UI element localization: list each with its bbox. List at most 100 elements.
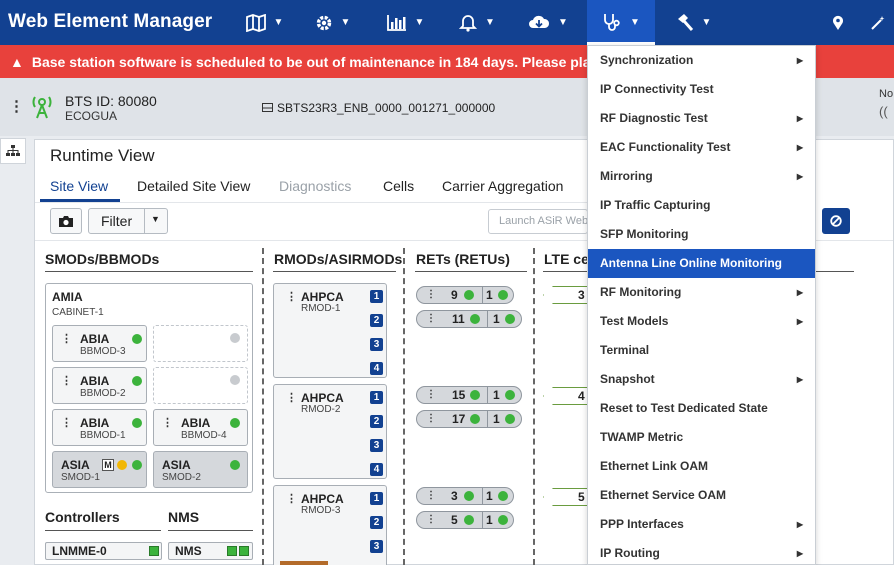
diagnostics-menu-button[interactable]: ▼: [587, 0, 655, 45]
tools-menu-button[interactable]: ▼: [662, 0, 724, 45]
settings-menu-button[interactable]: ▼: [301, 0, 364, 45]
menu-item-label: Mirroring: [600, 169, 653, 183]
kebab-icon[interactable]: ⋮: [426, 313, 436, 324]
menu-item-rf-monitoring[interactable]: RF Monitoring ▶: [588, 278, 815, 307]
port-badge[interactable]: 4: [370, 362, 383, 375]
bts-id: BTS ID: 80080: [65, 93, 157, 109]
location-pin-icon: [833, 15, 843, 30]
lte-cell-arrow[interactable]: 3: [543, 286, 593, 304]
rmod-card[interactable]: ⋮ AHPCA RMOD-2 1 2 3 4: [273, 384, 387, 479]
kebab-icon[interactable]: ⋮: [426, 514, 436, 525]
port-badge[interactable]: 2: [370, 314, 383, 327]
menu-item-terminal[interactable]: Terminal: [588, 336, 815, 365]
kebab-icon[interactable]: ⋮: [61, 332, 72, 345]
gear-icon: [316, 15, 331, 30]
smod-card[interactable]: ⋮ ABIA BBMOD-3: [52, 325, 147, 362]
filter-button[interactable]: Filter ▼: [88, 208, 168, 234]
rmod-card[interactable]: ⋮ AHPCA RMOD-3 1 2 3: [273, 485, 387, 565]
chevron-right-icon: ▶: [796, 288, 803, 297]
menu-item-ppp-interfaces[interactable]: PPP Interfaces ▶: [588, 510, 815, 539]
tab-carrier-aggregation[interactable]: Carrier Aggregation: [442, 178, 563, 194]
module-id: BBMOD-1: [80, 430, 126, 441]
kebab-icon[interactable]: ⋮: [61, 416, 72, 429]
map-menu-button[interactable]: ▼: [228, 0, 301, 45]
kebab-icon[interactable]: ⋮: [426, 289, 436, 300]
lte-cell-arrow[interactable]: 5: [543, 488, 593, 506]
port-badge[interactable]: 3: [370, 338, 383, 351]
port-badge[interactable]: 2: [370, 516, 383, 529]
tab-site-view[interactable]: Site View: [50, 178, 108, 194]
menu-item-label: SFP Monitoring: [600, 227, 689, 241]
ret-unit[interactable]: ⋮ 9 1: [416, 286, 514, 304]
port-badge[interactable]: 1: [370, 391, 383, 404]
nms-card[interactable]: NMS: [168, 542, 253, 560]
horizontal-scrollbar-thumb[interactable]: [280, 561, 328, 565]
menu-item-reset-to-test-dedicated-state[interactable]: Reset to Test Dedicated State: [588, 394, 815, 423]
kebab-icon[interactable]: ⋮: [426, 413, 436, 424]
chevron-down-icon: ▼: [273, 17, 284, 28]
ret-unit[interactable]: ⋮ 5 1: [416, 511, 514, 529]
lte-cell-arrow[interactable]: 4: [543, 387, 593, 405]
menu-item-test-models[interactable]: Test Models ▶: [588, 307, 815, 336]
port-badge[interactable]: 1: [370, 492, 383, 505]
menu-item-antenna-line-online-monitoring[interactable]: Antenna Line Online Monitoring: [588, 249, 815, 278]
kebab-icon[interactable]: ⋮: [162, 416, 173, 429]
kebab-icon[interactable]: ⋮: [286, 391, 297, 404]
menu-item-ip-connectivity-test[interactable]: IP Connectivity Test: [588, 75, 815, 104]
menu-item-synchronization[interactable]: Synchronization ▶: [588, 46, 815, 75]
kebab-icon[interactable]: ⋮: [286, 492, 297, 505]
tab-diagnostics[interactable]: Diagnostics: [279, 178, 351, 194]
kebab-icon[interactable]: ⋮: [61, 374, 72, 387]
topology-icon[interactable]: [0, 138, 26, 164]
status-ok-icon: [149, 546, 159, 556]
port-badge[interactable]: 3: [370, 540, 383, 553]
alarms-menu-button[interactable]: ▼: [446, 0, 508, 45]
smod-card[interactable]: ⋮ ABIA BBMOD-1: [52, 409, 147, 446]
ret-unit[interactable]: ⋮ 3 1: [416, 487, 514, 505]
statistics-menu-button[interactable]: ▼: [374, 0, 437, 45]
signal-icon: ((: [879, 104, 888, 119]
menu-item-sfp-monitoring[interactable]: SFP Monitoring: [588, 220, 815, 249]
port-badge[interactable]: 4: [370, 463, 383, 476]
menu-item-rf-diagnostic-test[interactable]: RF Diagnostic Test ▶: [588, 104, 815, 133]
smod-card[interactable]: ⋮ ABIA BBMOD-2: [52, 367, 147, 404]
port-badge[interactable]: 1: [370, 290, 383, 303]
lte-cells-column-header: LTE cel: [544, 251, 593, 267]
smod-card[interactable]: ASIA SMOD-2: [153, 451, 248, 488]
kebab-icon[interactable]: ⋮: [426, 490, 436, 501]
bts-menu-kebab-icon[interactable]: ⋮: [9, 97, 24, 115]
menu-item-ip-routing[interactable]: IP Routing ▶: [588, 539, 815, 565]
chevron-right-icon: ▶: [796, 56, 803, 65]
menu-item-mirroring[interactable]: Mirroring ▶: [588, 162, 815, 191]
stop-button[interactable]: [822, 208, 850, 234]
menu-item-ip-traffic-capturing[interactable]: IP Traffic Capturing: [588, 191, 815, 220]
port-badge[interactable]: 3: [370, 439, 383, 452]
port-badge[interactable]: 2: [370, 415, 383, 428]
menu-item-eac-functionality-test[interactable]: EAC Functionality Test ▶: [588, 133, 815, 162]
ret-unit[interactable]: ⋮ 15 1: [416, 386, 522, 404]
menu-item-twamp-metric[interactable]: TWAMP Metric: [588, 423, 815, 452]
kebab-icon[interactable]: ⋮: [286, 290, 297, 303]
tabs-divider: [35, 202, 590, 203]
menu-item-label: IP Connectivity Test: [600, 82, 714, 96]
smod-card[interactable]: ASIA SMOD-1 M: [52, 451, 147, 488]
right-status-label: No: [879, 88, 894, 100]
snapshot-button[interactable]: [50, 208, 82, 234]
ret-unit[interactable]: ⋮ 11 1: [416, 310, 522, 328]
tab-cells[interactable]: Cells: [383, 178, 414, 194]
software-menu-button[interactable]: ▼: [516, 0, 580, 45]
tab-detailed-site-view[interactable]: Detailed Site View: [137, 178, 250, 194]
launch-asir-web-input[interactable]: Launch ASiR Web: [488, 209, 588, 234]
kebab-icon[interactable]: ⋮: [426, 389, 436, 400]
ret-unit[interactable]: ⋮ 17 1: [416, 410, 522, 428]
status-ok-icon: [464, 290, 474, 300]
module-id: BBMOD-3: [80, 346, 126, 357]
wizard-button[interactable]: [866, 0, 890, 45]
menu-item-snapshot[interactable]: Snapshot ▶: [588, 365, 815, 394]
location-button[interactable]: [826, 0, 850, 45]
controller-card[interactable]: LNMME-0: [45, 542, 162, 560]
smod-card[interactable]: ⋮ ABIA BBMOD-4: [153, 409, 248, 446]
menu-item-ethernet-service-oam[interactable]: Ethernet Service OAM: [588, 481, 815, 510]
menu-item-ethernet-link-oam[interactable]: Ethernet Link OAM: [588, 452, 815, 481]
rmod-card[interactable]: ⋮ AHPCA RMOD-1 1 2 3 4: [273, 283, 387, 378]
